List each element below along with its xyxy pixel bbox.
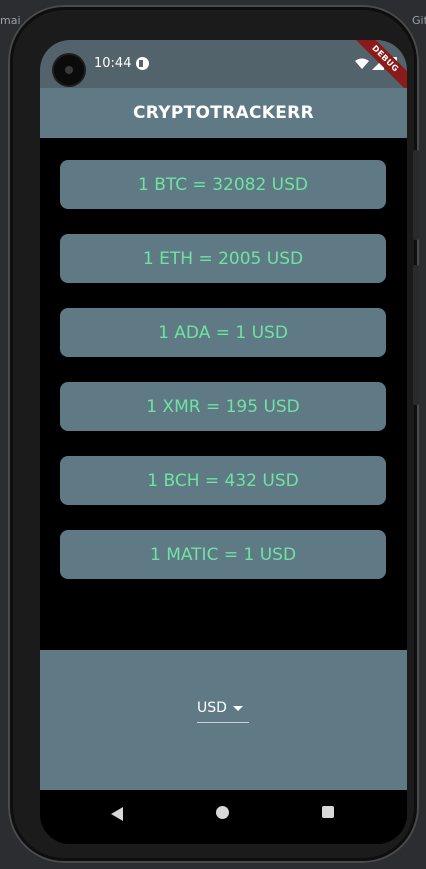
rate-text: 1 ETH = 2005 USD — [142, 248, 304, 269]
app-bar: CRYPTOTRACKERR — [40, 88, 407, 138]
status-time: 10:44 — [94, 56, 132, 71]
ide-right-text: Git — [412, 14, 426, 27]
camera-cutout — [54, 55, 84, 85]
camera-lens — [65, 66, 73, 74]
phone-screen: 10:44 DEBUG CRYPTOTRACKERR 1 BTC = 32082… — [40, 40, 407, 844]
status-bar: 10:44 DEBUG — [40, 40, 407, 93]
ide-left-text: mai — [0, 14, 21, 27]
currency-dropdown[interactable]: USD — [197, 698, 249, 723]
recents-icon[interactable] — [322, 806, 334, 818]
app-title: CRYPTOTRACKERR — [133, 103, 314, 123]
app-notification-icon — [136, 57, 149, 70]
dropdown-arrow-icon — [233, 706, 243, 711]
rate-card-btc[interactable]: 1 BTC = 32082 USD — [60, 160, 386, 209]
phone-frame: 10:44 DEBUG CRYPTOTRACKERR 1 BTC = 32082… — [8, 5, 419, 863]
rate-text: 1 ADA = 1 USD — [158, 322, 288, 343]
back-icon[interactable] — [110, 807, 124, 821]
system-nav-bar — [40, 790, 407, 844]
rate-card-bch[interactable]: 1 BCH = 432 USD — [60, 456, 386, 505]
rate-card-xmr[interactable]: 1 XMR = 195 USD — [60, 382, 386, 431]
rate-card-eth[interactable]: 1 ETH = 2005 USD — [60, 234, 386, 283]
rate-text: 1 BTC = 32082 USD — [138, 174, 308, 195]
currency-panel: USD — [40, 650, 407, 790]
currency-selected: USD — [197, 700, 227, 716]
power-button — [413, 150, 419, 240]
home-icon[interactable] — [216, 806, 229, 819]
rate-card-ada[interactable]: 1 ADA = 1 USD — [60, 308, 386, 357]
volume-button — [413, 265, 419, 405]
rate-text: 1 MATIC = 1 USD — [149, 544, 297, 565]
rate-text: 1 XMR = 195 USD — [146, 396, 300, 417]
rate-card-matic[interactable]: 1 MATIC = 1 USD — [60, 530, 386, 579]
wifi-icon — [355, 58, 369, 69]
rate-text: 1 BCH = 432 USD — [147, 470, 299, 491]
